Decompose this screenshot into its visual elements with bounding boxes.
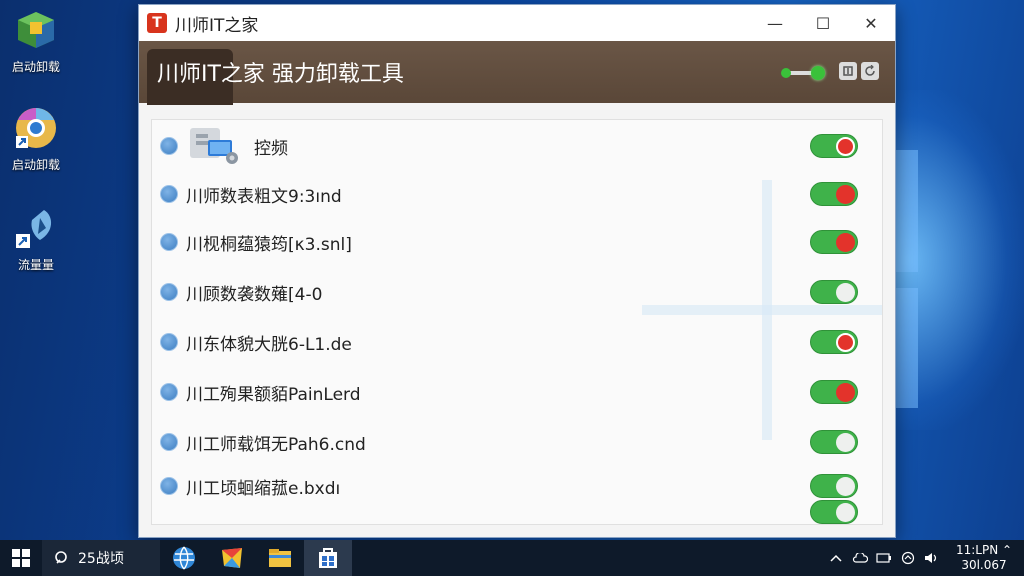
program-name: 控频 [254,138,288,159]
toggle-knob [836,477,855,496]
slider-handle[interactable] [811,66,825,80]
clock-time: 11:LPN ⌃ [955,543,1013,557]
row-bullet-icon [160,383,178,401]
app-logo-icon: T [147,13,167,33]
program-toggle[interactable] [810,430,858,454]
row-bullet-icon [160,185,178,203]
minimize-button[interactable]: — [751,5,799,41]
windows-start-icon [12,549,30,567]
chrome-browser-icon [16,108,56,148]
windows-logo-pane [896,150,918,272]
taskbar-app-uninstaller[interactable] [304,540,352,576]
toggle-knob [836,333,855,352]
list-item[interactable]: 川工殉果额貊PainLerd [152,368,882,416]
windows-logo-pane [896,288,918,408]
colorful-box-icon [222,548,242,568]
list-item[interactable]: 川工顷蛔缩菰e.bxdı [152,462,882,510]
program-name: 川师数表粗文9:3ınd [186,186,342,207]
row-bullet-icon [160,433,178,451]
computer-icon [190,128,238,164]
program-toggle[interactable] [810,182,858,206]
close-button[interactable]: ✕ [847,5,895,41]
system-tray: 11:LPN ⌃ 30l.067 [824,540,1024,576]
chevron-up-icon[interactable] [824,540,848,576]
row-bullet-icon [160,283,178,301]
program-name: 川东体貌大胱6-L1.de [186,334,352,355]
network-icon[interactable] [896,540,920,576]
clock-date: 30l.067 [961,558,1007,572]
taskbar-search[interactable]: 25战顷 [42,540,160,576]
program-name: 川顾数袭数薙[4-0 [186,284,323,305]
program-toggle[interactable] [810,380,858,404]
taskbar: 25战顷 11:LPN ⌃ 30l.067 [0,540,1024,576]
header-title: 川师IT之家 强力卸载工具 [157,62,404,87]
toggle-knob [836,137,855,156]
program-toggle[interactable] [810,230,858,254]
system-clock[interactable]: 11:LPN ⌃ 30l.067 [944,543,1024,573]
toggle-knob [836,383,855,402]
refresh-icon[interactable] [861,62,879,80]
desktop-icon-label: 流量量 [17,258,54,272]
toggle-knob [836,433,855,452]
header-toggle-slider[interactable] [781,66,825,80]
cloud-icon[interactable] [848,540,872,576]
program-toggle[interactable] [810,500,858,524]
taskbar-app-store[interactable] [208,540,256,576]
list-item[interactable]: 川工师载饵无Pah6.cnd [152,418,882,466]
list-item[interactable]: 控频 [152,122,882,170]
shield-shortcut-icon [16,210,52,248]
window-title: 川师IT之家 [175,15,259,36]
start-button[interactable] [0,540,42,576]
app-header: 川师IT之家 强力卸载工具 [139,41,895,105]
program-name: 川工顷蛔缩菰e.bxdı [186,478,341,499]
program-name: 川工殉果额貊PainLerd [186,384,361,405]
search-icon [55,551,67,564]
row-bullet-icon [160,137,178,155]
program-toggle[interactable] [810,134,858,158]
toggle-knob [836,283,855,302]
volume-icon[interactable] [920,540,944,576]
list-item[interactable]: 川师数表粗文9:3ınd [152,170,882,218]
store-bag-icon [319,548,337,568]
list-item[interactable]: 川枧桐蕴猿筠[κ3.snl] [152,218,882,266]
row-bullet-icon [160,233,178,251]
list-item[interactable]: 川东体貌大胱6-L1.de [152,318,882,366]
program-toggle[interactable] [810,330,858,354]
uninstaller-window: T 川师IT之家 — ☐ ✕ 川师IT之家 强力卸载工具 控频 川师数表粗文9:… [138,4,896,538]
search-text: 25战顷 [78,551,124,567]
list-item[interactable]: 川顾数袭数薙[4-0 [152,268,882,316]
desktop-icon-label: 启动卸载 [11,60,60,74]
title-bar[interactable]: T 川师IT之家 — ☐ ✕ [139,5,895,41]
battery-icon[interactable] [872,540,896,576]
program-list: 控频 川师数表粗文9:3ınd 川枧桐蕴猿筠[κ3.snl] 川顾数袭数薙[4-… [151,119,883,525]
cube-box-icon [18,12,54,48]
program-name: 川工师载饵无Pah6.cnd [186,434,366,455]
toggle-knob [836,185,855,204]
toggle-knob [836,233,855,252]
desktop-icon-browser[interactable]: 启动卸载 [0,106,72,173]
program-toggle[interactable] [810,280,858,304]
globe-icon [173,546,195,570]
maximize-button[interactable]: ☐ [799,5,847,41]
desktop-icon-label: 启动卸载 [11,158,60,172]
row-bullet-icon [160,477,178,495]
program-toggle[interactable] [810,474,858,498]
taskbar-app-browser[interactable] [160,540,208,576]
taskbar-app-explorer[interactable] [256,540,304,576]
settings-icon[interactable] [839,62,857,80]
folder-icon [269,549,291,567]
program-name: 川枧桐蕴猿筠[κ3.snl] [186,234,352,255]
desktop-icon-traffic[interactable]: 流量量 [0,206,72,273]
desktop-icon-uninstall[interactable]: 启动卸载 [0,8,72,75]
row-bullet-icon [160,333,178,351]
toggle-knob [836,503,855,522]
slider-start-dot [781,68,791,78]
